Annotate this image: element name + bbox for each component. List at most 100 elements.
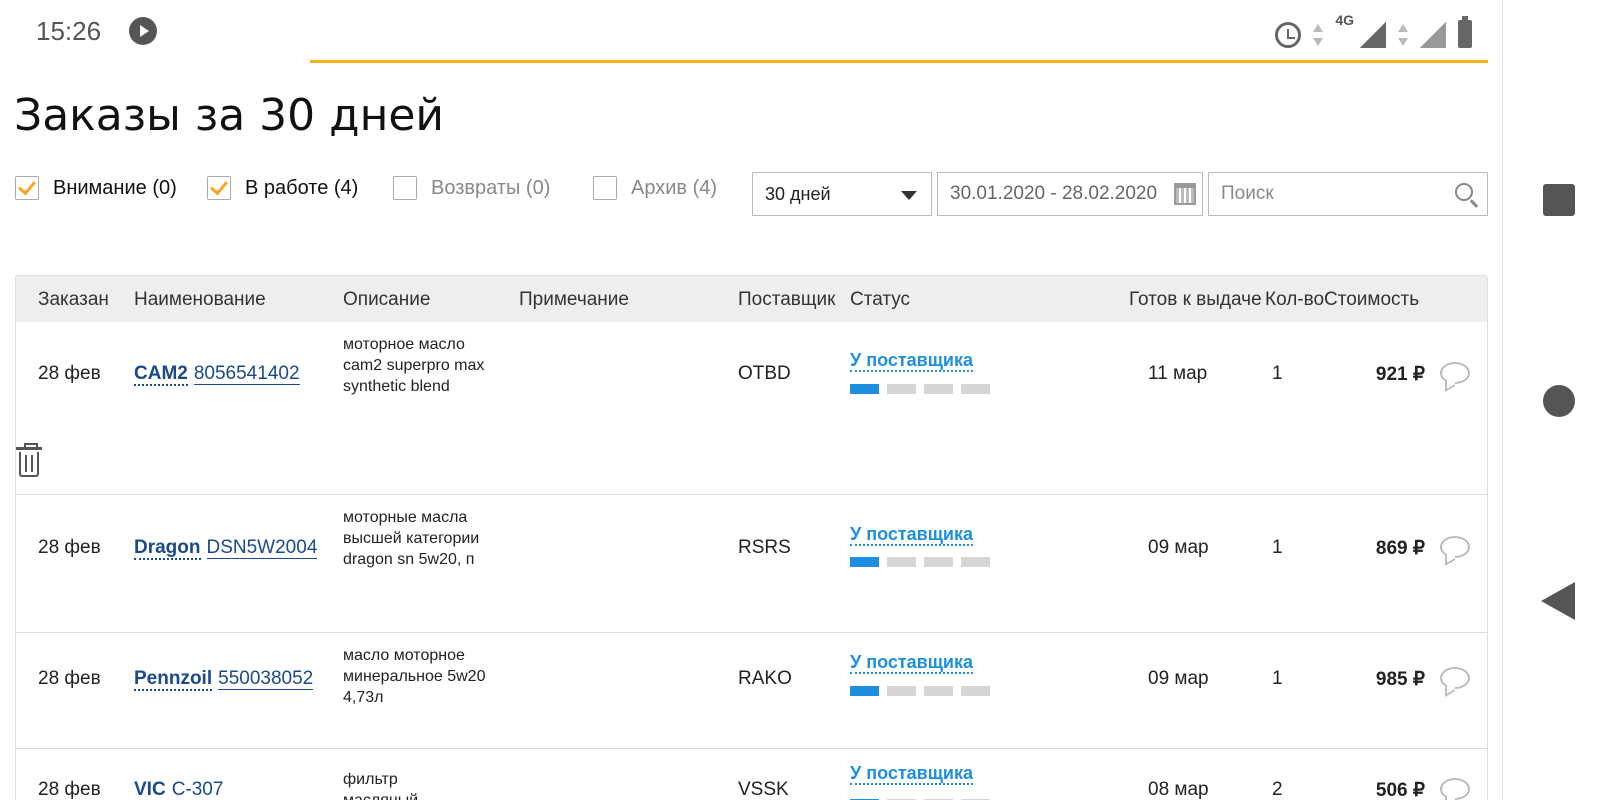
status-text[interactable]: У поставщика [850, 524, 974, 546]
row-qty: 1 [1272, 363, 1283, 384]
screen: 15:26 4G Заказы за 30 дней Внимание (0) … [0, 0, 1600, 800]
comment-icon[interactable] [1440, 778, 1470, 800]
status-text[interactable]: У поставщика [850, 350, 974, 372]
status-time: 15:26 [36, 16, 102, 46]
col-status: Статус [850, 289, 911, 310]
filter-in-progress[interactable]: В работе (4) [207, 176, 358, 200]
row-cost: 506 ₽ [1375, 780, 1425, 800]
loading-accent-line [310, 60, 1488, 63]
row-description: масло моторное минеральное 5w20 4,73л [343, 647, 486, 706]
col-name: Наименование [134, 289, 266, 310]
row-ready: 11 мар [1148, 363, 1208, 384]
status-link[interactable]: У поставщика [850, 652, 974, 674]
orders-table: Заказан Наименование Описание Примечание… [15, 275, 1488, 800]
row-qty: 2 [1272, 779, 1283, 800]
row-ready: 09 мар [1148, 537, 1209, 558]
period-select[interactable]: 30 дней [752, 172, 932, 216]
filter-label: Архив (4) [631, 176, 718, 199]
checkbox-checked-icon[interactable] [207, 176, 231, 200]
col-note: Примечание [519, 289, 629, 310]
brand-link[interactable]: VIC [134, 779, 166, 800]
row-supplier: OTBD [738, 363, 791, 384]
status-link[interactable]: У поставщика [850, 763, 974, 785]
mobile-signal-icon-2 [1420, 22, 1446, 48]
table-row: 28 фев CAM2 8056541402 моторное масло cam… [16, 322, 1487, 494]
status-link[interactable]: У поставщика [850, 350, 974, 372]
back-icon[interactable] [1541, 582, 1575, 620]
row-cost: 869 ₽ [1375, 538, 1425, 559]
calendar-icon[interactable] [1174, 183, 1196, 205]
row-ordered: 28 фев [38, 363, 101, 384]
checkbox-icon[interactable] [593, 176, 617, 200]
trash-icon[interactable] [16, 443, 42, 477]
status-icons: 4G [1275, 12, 1472, 48]
row-ordered: 28 фев [38, 668, 101, 689]
comment-icon[interactable] [1440, 536, 1470, 558]
filter-returns[interactable]: Возвраты (0) [393, 176, 550, 200]
col-ordered: Заказан [38, 289, 109, 310]
comment-icon[interactable] [1440, 667, 1470, 689]
col-ready: Готов к выдаче [1129, 289, 1262, 310]
table-header: Заказан Наименование Описание Примечание… [16, 276, 1487, 322]
row-name: Pennzoil 550038052 [134, 668, 314, 691]
date-range-input[interactable]: 30.01.2020 - 28.02.2020 [937, 172, 1203, 216]
filter-archive[interactable]: Архив (4) [593, 176, 717, 200]
search-icon[interactable] [1455, 183, 1473, 201]
system-navigation-bar [1502, 0, 1600, 800]
filter-label: Возвраты (0) [431, 176, 551, 199]
row-name: Dragon DSN5W2004 [134, 537, 318, 560]
checkbox-icon[interactable] [393, 176, 417, 200]
network-type: 4G [1335, 12, 1354, 28]
table-row: 28 фев Pennzoil 550038052 масло моторное … [16, 632, 1487, 748]
row-description: моторные масла высшей категории dragon s… [343, 509, 480, 568]
row-ready: 09 мар [1148, 668, 1209, 689]
period-value: 30 дней [765, 184, 831, 204]
row-supplier: RAKO [738, 668, 792, 689]
table-row: 28 фев Dragon DSN5W2004 моторные масла вы… [16, 494, 1487, 632]
part-code-link[interactable]: 8056541402 [193, 363, 300, 385]
filter-label: В работе (4) [245, 176, 359, 199]
status-progress [850, 557, 990, 567]
data-arrows-icon-2 [1398, 22, 1408, 48]
page-title: Заказы за 30 дней [14, 90, 445, 141]
data-arrows-icon [1313, 22, 1324, 48]
row-supplier: VSSK [738, 779, 789, 800]
row-cost: 985 ₽ [1375, 669, 1425, 690]
date-range-value: 30.01.2020 - 28.02.2020 [950, 183, 1158, 204]
comment-icon[interactable] [1440, 362, 1470, 384]
part-code-link[interactable]: C-307 [171, 779, 224, 800]
col-qty: Кол-во [1265, 289, 1325, 310]
status-text[interactable]: У поставщика [850, 763, 974, 785]
brand-link[interactable]: Pennzoil [134, 668, 213, 691]
part-code-link[interactable]: DSN5W2004 [206, 537, 318, 559]
home-icon[interactable] [1543, 385, 1575, 417]
part-code-link[interactable]: 550038052 [218, 668, 314, 690]
col-description: Описание [343, 289, 431, 310]
brand-link[interactable]: Dragon [134, 537, 201, 560]
status-link[interactable]: У поставщика [850, 524, 974, 546]
media-play-icon [129, 17, 157, 45]
search-input[interactable]: Поиск [1208, 172, 1488, 216]
row-supplier: RSRS [738, 537, 791, 558]
status-text[interactable]: У поставщика [850, 652, 974, 674]
brand-link[interactable]: CAM2 [134, 363, 188, 386]
col-cost: Стоимость [1324, 289, 1420, 310]
row-qty: 1 [1272, 668, 1283, 689]
app-content: 15:26 4G Заказы за 30 дней Внимание (0) … [0, 0, 1502, 800]
recent-apps-icon[interactable] [1543, 184, 1575, 216]
row-description: моторное масло cam2 superpro max synthet… [343, 336, 485, 395]
row-name: CAM2 8056541402 [134, 363, 300, 386]
alarm-icon [1275, 22, 1302, 48]
row-ordered: 28 фев [38, 537, 101, 558]
row-qty: 1 [1272, 537, 1283, 558]
mobile-signal-icon [1360, 22, 1386, 48]
row-cost: 921 ₽ [1375, 364, 1425, 385]
status-progress [850, 384, 990, 394]
chevron-down-icon [901, 191, 917, 200]
checkbox-checked-icon[interactable] [15, 176, 39, 200]
search-placeholder: Поиск [1221, 183, 1274, 204]
filter-attention[interactable]: Внимание (0) [15, 176, 177, 200]
row-name: VIC C-307 [134, 779, 224, 800]
status-progress [850, 686, 990, 696]
battery-icon [1458, 16, 1472, 48]
